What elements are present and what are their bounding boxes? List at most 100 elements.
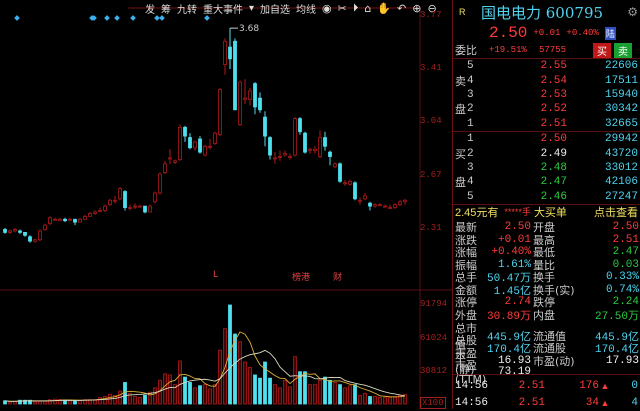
toolbar-add-watchlist[interactable]: 加自选 [260,1,290,16]
market-badge: 陆 [604,26,616,40]
toolbar-fa[interactable]: 发 [145,1,155,16]
candle-body [98,210,102,212]
event-diamond[interactable] [130,15,136,21]
toolbar-ma[interactable]: 均线 [296,1,316,16]
tick-flag: 0 [631,379,638,392]
candle [123,190,127,211]
stat-label: 内盘 [533,309,555,323]
event-diamond[interactable] [104,15,110,21]
candle [93,210,97,215]
candle-body [188,137,192,149]
bigorder-view-link[interactable]: 点击查看 [594,204,638,220]
bid-row[interactable]: 盘 4 2.47 42106 [453,175,640,189]
bid-row[interactable]: 1 2.50 29942 [453,132,640,146]
hand-icon[interactable]: ✋ [377,2,391,15]
undo-icon[interactable]: ↶ [397,2,406,15]
order-price: 2.49 [540,147,567,160]
candle [223,38,227,75]
candle-body [253,83,257,108]
ask-row[interactable]: 1 2.51 32665 [453,117,640,131]
candle [108,198,112,207]
candle [53,217,57,221]
candles [3,28,407,243]
candle [328,150,332,166]
volume-tick: 61024 [420,333,448,343]
eye-icon[interactable]: ◉ [322,2,332,15]
event-diamond[interactable] [159,15,165,21]
candle-body [233,40,237,111]
kline-chart[interactable]: 3.68 [0,0,452,409]
event-diamond[interactable] [204,15,210,21]
bid-row[interactable]: 3 2.48 33012 [453,161,640,175]
volume-bar [363,392,367,405]
candle [298,117,302,135]
candle-body [178,126,182,160]
toolbar-major-events[interactable]: 重大事件 [203,1,243,16]
candle [143,205,147,214]
stat-row: 最新 2.50 开盘 2.50 [453,219,640,234]
candle-body [218,89,222,136]
gear-icon[interactable]: ⚙ [627,5,638,19]
candle-body [78,218,82,223]
candle-body [403,199,407,203]
volume-tick: 30812 [420,366,448,376]
candle-body [33,239,37,242]
event-label[interactable]: 榜港 [292,270,310,283]
volume-bar [178,360,182,405]
candle [248,87,252,106]
candle-body [303,132,307,153]
side-label: 盘 [455,177,466,190]
candle-body [18,230,22,233]
toolbar-chou[interactable]: 筹 [161,1,171,16]
event-diamond[interactable] [154,15,160,21]
sell-button[interactable]: 卖 [614,42,632,58]
lock-icon[interactable]: ⌂ [364,2,371,15]
ask-row[interactable]: 3 2.53 15940 [453,88,640,102]
ask-row[interactable]: 5 2.55 22606 [453,59,640,73]
ask-row[interactable]: 盘 2 2.52 30342 [453,102,640,116]
order-price: 2.48 [540,161,567,174]
toolbar-jiuzhuan[interactable]: 九转 [177,1,197,16]
candle [308,147,312,154]
bigorder-price: 2.45元有 [455,206,499,219]
candle [283,150,287,157]
candle [58,217,62,222]
event-diamond[interactable] [114,15,120,21]
candle [153,191,157,204]
order-volume: 22606 [604,60,638,73]
stat-value: 2.50 [612,220,639,233]
candle-body [368,202,372,207]
event-markers [14,15,210,21]
volume-bar [253,374,257,405]
bid-row[interactable]: 买 2 2.49 43720 [453,146,640,161]
stats-table: 最新 2.50 开盘 2.50 涨跌 +0.01 最高 2.51 涨幅 +0.40% 最低 2.47 振… [453,219,640,387]
tick-time: 14:56 [455,379,489,392]
candle-body [238,81,242,125]
price-tick: 3.77 [420,10,442,20]
side-label: 盘 [455,104,466,117]
event-label[interactable]: L [213,270,218,280]
stat-value: 1.45亿 [493,285,531,298]
candle [403,198,407,205]
candle-body [163,163,167,173]
candle [323,131,327,151]
stat-value: +0.40% [491,246,531,259]
stat-row: 总手 50.47万 换手 0.33% [453,269,640,285]
stat-label: 市盈(动) [533,354,575,368]
scissors-icon[interactable]: ✂ [338,2,347,15]
play-icon[interactable]: ⏵ [353,1,359,15]
candle-body [288,156,292,158]
bid-row[interactable]: 5 2.46 27247 [453,190,640,204]
buy-button[interactable]: 买 [593,42,611,58]
volume-bar [333,382,337,405]
candle [373,203,377,208]
candle-body [133,205,137,208]
volume-bar [208,388,212,405]
volume-bar [278,387,282,405]
order-price: 2.50 [540,133,567,146]
candle-body [48,217,52,225]
event-diamond[interactable] [14,15,20,21]
chevron-down-icon[interactable]: ▾ [249,3,254,14]
ask-row[interactable]: 卖 4 2.54 17511 [453,73,640,88]
event-label[interactable]: 财 [333,270,342,283]
